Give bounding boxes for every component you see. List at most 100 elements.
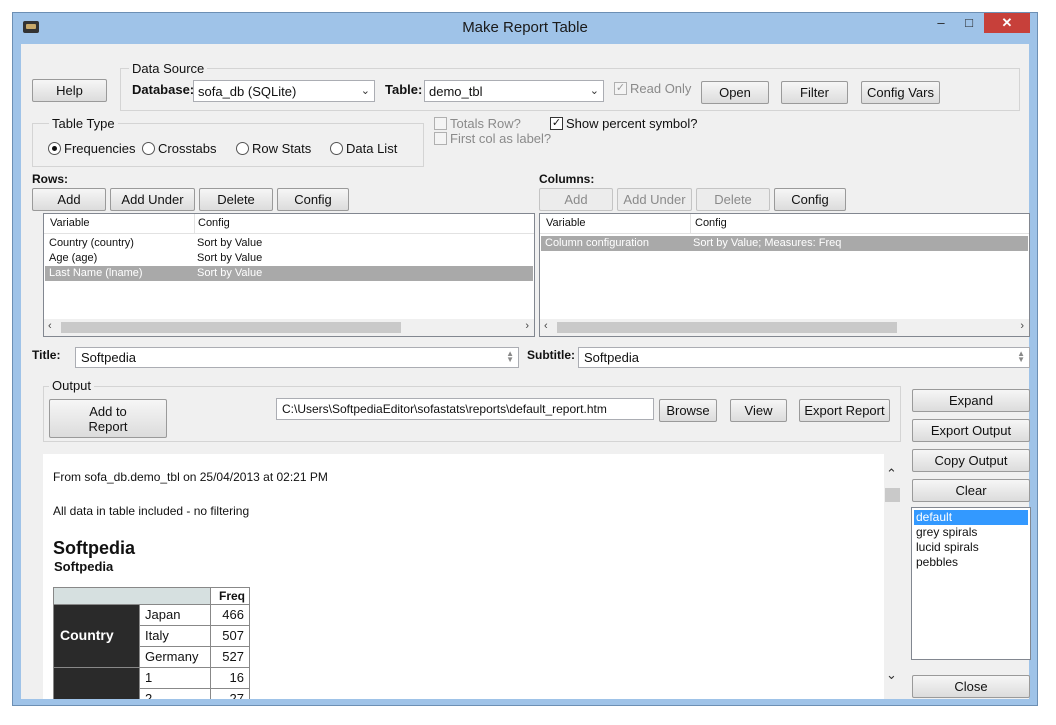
spinner-icon[interactable]: ▲ ▼ bbox=[1017, 350, 1025, 364]
list-item-config: Sort by Value; Measures: Freq bbox=[693, 237, 842, 249]
radio-row-stats[interactable] bbox=[236, 142, 249, 155]
report-row-label: Italy bbox=[139, 625, 211, 647]
browse-button[interactable]: Browse bbox=[659, 399, 717, 422]
filter-button[interactable]: Filter bbox=[781, 81, 848, 104]
add-to-report-button[interactable]: Add to Report bbox=[49, 399, 167, 438]
scroll-left-icon[interactable]: ‹ bbox=[544, 320, 548, 332]
column-separator[interactable] bbox=[194, 214, 195, 234]
style-list[interactable]: default grey spirals lucid spirals pebbl… bbox=[911, 507, 1031, 660]
columns-add-under-button[interactable]: Add Under bbox=[617, 188, 692, 211]
read-only-checkbox[interactable]: ✓ bbox=[614, 82, 627, 95]
rows-label: Rows: bbox=[32, 172, 68, 186]
first-col-label-checkbox[interactable] bbox=[434, 132, 447, 145]
scroll-right-icon[interactable]: › bbox=[1020, 320, 1024, 332]
export-output-button[interactable]: Export Output bbox=[912, 419, 1030, 442]
report-corner-cell bbox=[53, 587, 211, 605]
report-preview[interactable]: From sofa_db.demo_tbl on 25/04/2013 at 0… bbox=[43, 454, 884, 699]
radio-row-stats-label: Row Stats bbox=[252, 141, 312, 156]
report-row-label: Germany bbox=[139, 646, 211, 668]
list-item[interactable]: Age (age) Sort by Value bbox=[45, 251, 533, 266]
close-button[interactable]: Close bbox=[912, 675, 1030, 698]
columns-list[interactable]: Variable Config Column configuration Sor… bbox=[539, 213, 1030, 337]
report-path-input[interactable]: C:\Users\SoftpediaEditor\sofastats\repor… bbox=[276, 398, 654, 420]
scrollbar-thumb[interactable] bbox=[61, 322, 401, 333]
help-button[interactable]: Help bbox=[32, 79, 107, 102]
style-item-default[interactable]: default bbox=[914, 510, 1028, 525]
totals-row-checkbox[interactable] bbox=[434, 117, 447, 130]
rows-add-under-button[interactable]: Add Under bbox=[110, 188, 195, 211]
title-label: Title: bbox=[32, 348, 61, 362]
scroll-right-icon[interactable]: › bbox=[525, 320, 529, 332]
list-item-selected[interactable]: Column configuration Sort by Value; Meas… bbox=[541, 236, 1028, 251]
style-item-pebbles[interactable]: pebbles bbox=[914, 555, 1028, 570]
columns-label: Columns: bbox=[539, 172, 595, 186]
chevron-down-icon: ⌄ bbox=[589, 85, 599, 97]
app-window: Make Report Table – □ ✕ Help Data Source… bbox=[12, 12, 1038, 706]
config-vars-button[interactable]: Config Vars bbox=[861, 81, 940, 104]
radio-frequencies[interactable] bbox=[48, 142, 61, 155]
list-item-config: Sort by Value bbox=[197, 237, 263, 249]
table-value: demo_tbl bbox=[429, 84, 483, 99]
data-source-label: Data Source bbox=[129, 61, 208, 76]
scroll-up-icon[interactable]: ⌃ bbox=[886, 466, 897, 482]
columns-config-header[interactable]: Config bbox=[695, 217, 727, 229]
rows-delete-button[interactable]: Delete bbox=[199, 188, 273, 211]
list-item-config: Sort by Value bbox=[197, 267, 263, 279]
report-row-value: 527 bbox=[210, 646, 250, 668]
show-percent-checkbox[interactable]: ✓ bbox=[550, 117, 563, 130]
scroll-down-icon[interactable]: ⌄ bbox=[886, 667, 897, 683]
radio-crosstabs-label: Crosstabs bbox=[158, 141, 217, 156]
columns-variable-header[interactable]: Variable bbox=[546, 217, 586, 229]
columns-config-button[interactable]: Config bbox=[774, 188, 846, 211]
clear-button[interactable]: Clear bbox=[912, 479, 1030, 502]
column-separator[interactable] bbox=[690, 214, 691, 234]
list-item-variable: Last Name (lname) bbox=[49, 267, 143, 279]
spinner-icon[interactable]: ▲ ▼ bbox=[506, 350, 514, 364]
output-label: Output bbox=[49, 378, 95, 393]
list-item[interactable]: Country (country) Sort by Value bbox=[45, 236, 533, 251]
rows-variable-header[interactable]: Variable bbox=[50, 217, 90, 229]
open-button[interactable]: Open bbox=[701, 81, 769, 104]
table-type-label: Table Type bbox=[49, 116, 118, 131]
columns-delete-button[interactable]: Delete bbox=[696, 188, 770, 211]
radio-data-list[interactable] bbox=[330, 142, 343, 155]
report-subtitle: Softpedia bbox=[54, 559, 114, 574]
database-label: Database: bbox=[132, 82, 195, 97]
table-label: Table: bbox=[385, 82, 423, 97]
report-vertical-scrollbar[interactable]: ⌃ ⌄ bbox=[884, 454, 901, 699]
rows-list[interactable]: Variable Config Country (country) Sort b… bbox=[43, 213, 535, 337]
rows-config-button[interactable]: Config bbox=[277, 188, 349, 211]
report-row-label: 1 bbox=[139, 667, 211, 689]
maximize-button[interactable]: □ bbox=[956, 13, 982, 33]
scroll-left-icon[interactable]: ‹ bbox=[48, 320, 52, 332]
view-button[interactable]: View bbox=[730, 399, 787, 422]
database-value: sofa_db (SQLite) bbox=[198, 84, 297, 99]
columns-add-button[interactable]: Add bbox=[539, 188, 613, 211]
columns-list-header: Variable Config bbox=[540, 214, 1029, 234]
list-item-selected[interactable]: Last Name (lname) Sort by Value bbox=[45, 266, 533, 281]
style-item-lucid-spirals[interactable]: lucid spirals bbox=[914, 540, 1028, 555]
title-bar[interactable]: Make Report Table – □ ✕ bbox=[13, 13, 1037, 43]
radio-crosstabs[interactable] bbox=[142, 142, 155, 155]
expand-button[interactable]: Expand bbox=[912, 389, 1030, 412]
scrollbar-thumb[interactable] bbox=[557, 322, 897, 333]
close-window-button[interactable]: ✕ bbox=[984, 13, 1030, 33]
scrollbar-thumb[interactable] bbox=[885, 488, 900, 502]
subtitle-input-value: Softpedia bbox=[584, 350, 639, 365]
radio-data-list-label: Data List bbox=[346, 141, 398, 156]
export-report-button[interactable]: Export Report bbox=[799, 399, 890, 422]
radio-frequencies-label: Frequencies bbox=[64, 141, 136, 156]
copy-output-button[interactable]: Copy Output bbox=[912, 449, 1030, 472]
subtitle-input[interactable]: Softpedia ▲ ▼ bbox=[578, 347, 1030, 368]
table-select[interactable]: demo_tbl ⌄ bbox=[424, 80, 604, 102]
style-item-grey-spirals[interactable]: grey spirals bbox=[914, 525, 1028, 540]
minimize-button[interactable]: – bbox=[928, 13, 954, 33]
list-item-variable: Age (age) bbox=[49, 252, 98, 264]
rows-horizontal-scrollbar[interactable]: ‹ › bbox=[44, 319, 534, 336]
database-select[interactable]: sofa_db (SQLite) ⌄ bbox=[193, 80, 375, 102]
title-input-value: Softpedia bbox=[81, 350, 136, 365]
title-input[interactable]: Softpedia ▲ ▼ bbox=[75, 347, 519, 368]
rows-config-header[interactable]: Config bbox=[198, 217, 230, 229]
columns-horizontal-scrollbar[interactable]: ‹ › bbox=[540, 319, 1029, 336]
rows-add-button[interactable]: Add bbox=[32, 188, 106, 211]
